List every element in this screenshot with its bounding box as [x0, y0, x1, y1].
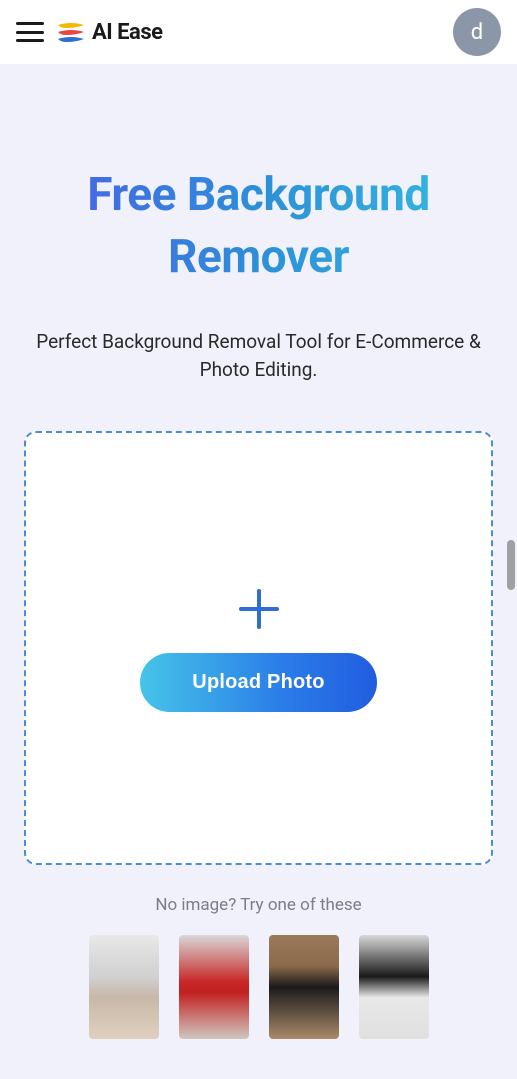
app-header: AI Ease d [0, 0, 517, 64]
sample-image-2[interactable] [179, 935, 249, 1039]
logo-icon [56, 21, 86, 43]
upload-dropzone[interactable]: Upload Photo [24, 431, 493, 865]
scrollbar-handle[interactable] [507, 540, 515, 590]
page-subtitle: Perfect Background Removal Tool for E-Co… [24, 328, 493, 383]
page-title: Free Background Remover [24, 164, 493, 288]
sample-image-4[interactable] [359, 935, 429, 1039]
user-avatar[interactable]: d [453, 8, 501, 56]
plus-icon [235, 585, 283, 633]
main-content: Free Background Remover Perfect Backgrou… [0, 64, 517, 1079]
samples-label: No image? Try one of these [24, 895, 493, 915]
sample-image-3[interactable] [269, 935, 339, 1039]
samples-row [24, 935, 493, 1039]
avatar-letter: d [471, 20, 483, 45]
menu-icon[interactable] [16, 22, 44, 42]
brand-name: AI Ease [92, 20, 163, 45]
header-left: AI Ease [16, 20, 163, 45]
brand-logo[interactable]: AI Ease [56, 20, 163, 45]
upload-button[interactable]: Upload Photo [140, 653, 376, 712]
sample-image-1[interactable] [89, 935, 159, 1039]
